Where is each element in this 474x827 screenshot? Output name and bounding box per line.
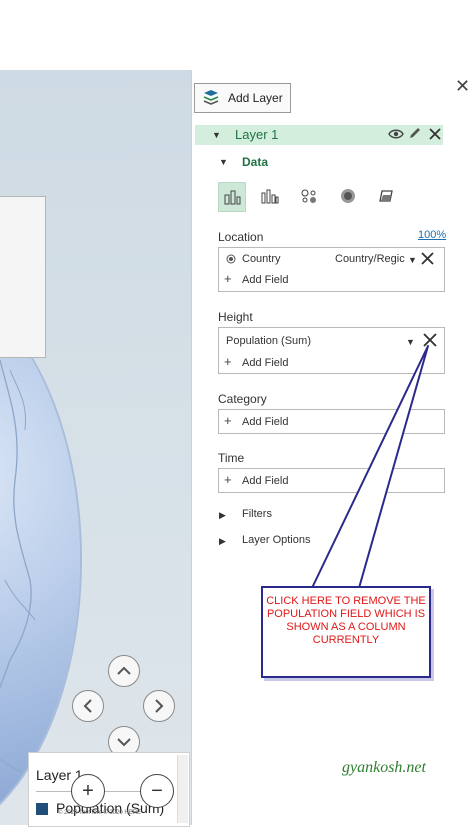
watermark: gyankosh.net	[342, 759, 426, 776]
callout-text: CLICK HERE TO REMOVE THE POPULATION FIEL…	[266, 595, 426, 646]
callout-pointer	[311, 345, 429, 589]
annotation-callout: CLICK HERE TO REMOVE THE POPULATION FIEL…	[261, 586, 431, 678]
